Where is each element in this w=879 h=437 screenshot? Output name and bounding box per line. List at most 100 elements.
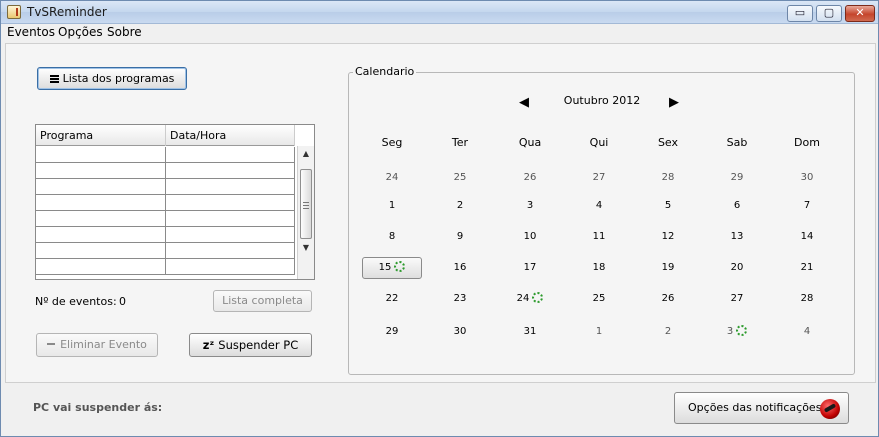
calendar-day[interactable]: 29 [707, 168, 767, 188]
calendar-day[interactable]: 24 [362, 168, 422, 188]
day-number: 22 [385, 293, 399, 304]
calendar-day[interactable]: 14 [777, 227, 837, 247]
title-bar[interactable]: TvSReminder ▭ ▢ ✕ [1, 1, 878, 24]
calendar-day[interactable]: 7 [777, 196, 837, 216]
menu-opcoes[interactable]: Opções [58, 25, 103, 39]
calendar-day[interactable]: 2 [430, 196, 490, 216]
calendar-day[interactable]: 11 [569, 227, 629, 247]
day-number: 19 [661, 262, 675, 273]
calendar-day[interactable]: 9 [430, 227, 490, 247]
list-icon [49, 75, 59, 83]
scroll-thumb[interactable] [300, 169, 312, 239]
maximize-button[interactable]: ▢ [816, 5, 842, 22]
calendar-day[interactable]: 25 [569, 289, 629, 309]
table-cell [166, 211, 295, 227]
table-cell [166, 259, 295, 275]
calendar-day[interactable]: 31 [500, 322, 560, 342]
calendar-day[interactable]: 13 [707, 227, 767, 247]
calendar-day[interactable]: 24 [500, 289, 560, 309]
calendar-day[interactable]: 29 [362, 322, 422, 342]
day-number: 8 [388, 231, 396, 242]
calendar-day[interactable]: 23 [430, 289, 490, 309]
calendar-day[interactable]: 10 [500, 227, 560, 247]
table-cell [166, 147, 295, 163]
notification-options-button[interactable]: Opções das notificações [674, 392, 849, 424]
day-number: 1 [595, 326, 603, 337]
calendar-day[interactable]: 19 [638, 258, 698, 278]
table-row[interactable] [36, 195, 295, 211]
calendar-day[interactable]: 30 [777, 168, 837, 188]
table-row[interactable] [36, 163, 295, 179]
calendar-day[interactable]: 27 [569, 168, 629, 188]
close-button[interactable]: ✕ [845, 5, 875, 22]
calendar-day[interactable]: 17 [500, 258, 560, 278]
table-row[interactable] [36, 179, 295, 195]
day-number: 14 [800, 231, 814, 242]
day-number: 27 [592, 172, 606, 183]
calendar-day[interactable]: 21 [777, 258, 837, 278]
menu-sobre[interactable]: Sobre [107, 25, 142, 39]
menu-bar: Eventos Opções Sobre [1, 24, 878, 42]
calendar-day[interactable]: 1 [569, 322, 629, 342]
calendar-legend: Calendario [353, 65, 417, 78]
table-row[interactable] [36, 227, 295, 243]
scroll-up-icon[interactable]: ▲ [298, 146, 314, 162]
calendar-day[interactable]: 25 [430, 168, 490, 188]
calendar-day[interactable]: 12 [638, 227, 698, 247]
scroll-down-icon[interactable]: ▼ [298, 240, 314, 256]
day-number: 4 [803, 326, 811, 337]
calendar-day[interactable]: 5 [638, 196, 698, 216]
calendar-day[interactable]: 18 [569, 258, 629, 278]
table-row[interactable] [36, 259, 295, 275]
minimize-button[interactable]: ▭ [787, 5, 813, 22]
calendar-day[interactable]: 3 [707, 322, 767, 342]
calendar-day[interactable]: 27 [707, 289, 767, 309]
day-number: 24 [385, 172, 399, 183]
calendar-day[interactable]: 28 [638, 168, 698, 188]
calendar-day[interactable]: 4 [777, 322, 837, 342]
events-count-label: Nº de eventos: [35, 295, 117, 308]
day-number: 25 [592, 293, 606, 304]
calendar-day[interactable]: 20 [707, 258, 767, 278]
prev-month-icon[interactable]: ◀ [519, 95, 529, 110]
day-number: 20 [730, 262, 744, 273]
suspend-pc-button[interactable]: zᶻ Suspender PC [189, 333, 312, 357]
calendar-day[interactable]: 1 [362, 196, 422, 216]
calendar-day[interactable]: 26 [638, 289, 698, 309]
weekday-header: Qui [589, 136, 609, 149]
day-number: 1 [388, 200, 396, 211]
calendar-day-selected[interactable]: 15 [362, 257, 422, 279]
calendar-day[interactable]: 6 [707, 196, 767, 216]
calendar-day[interactable]: 22 [362, 289, 422, 309]
table-cell [166, 179, 295, 195]
full-list-button[interactable]: Lista completa [213, 290, 312, 312]
program-list-button[interactable]: Lista dos programas [37, 67, 187, 90]
day-number: 11 [592, 231, 606, 242]
column-header-programa[interactable]: Programa [36, 125, 166, 146]
day-number: 23 [453, 293, 467, 304]
table-scrollbar[interactable]: ▲ ▼ [297, 146, 314, 279]
next-month-icon[interactable]: ▶ [669, 95, 679, 110]
column-header-data-hora[interactable]: Data/Hora [166, 125, 295, 146]
table-row[interactable] [36, 211, 295, 227]
day-number: 6 [733, 200, 741, 211]
remove-event-label: Eliminar Evento [60, 338, 147, 351]
table-row[interactable] [36, 243, 295, 259]
alarm-icon [820, 399, 840, 419]
table-cell [36, 259, 166, 275]
calendar-day[interactable]: 16 [430, 258, 490, 278]
weekday-header: Ter [451, 136, 469, 149]
events-table[interactable]: Programa Data/Hora ▲ ▼ [35, 124, 315, 280]
calendar-day[interactable]: 28 [777, 289, 837, 309]
grip-icon [303, 202, 309, 203]
calendar-day[interactable]: 30 [430, 322, 490, 342]
table-row[interactable] [36, 147, 295, 163]
table-cell [36, 195, 166, 211]
calendar-day[interactable]: 3 [500, 196, 560, 216]
calendar-day[interactable]: 26 [500, 168, 560, 188]
calendar-day[interactable]: 4 [569, 196, 629, 216]
menu-eventos[interactable]: Eventos [7, 25, 55, 39]
calendar-day[interactable]: 2 [638, 322, 698, 342]
remove-event-button[interactable]: Eliminar Evento [36, 333, 158, 357]
calendar-day[interactable]: 8 [362, 227, 422, 247]
